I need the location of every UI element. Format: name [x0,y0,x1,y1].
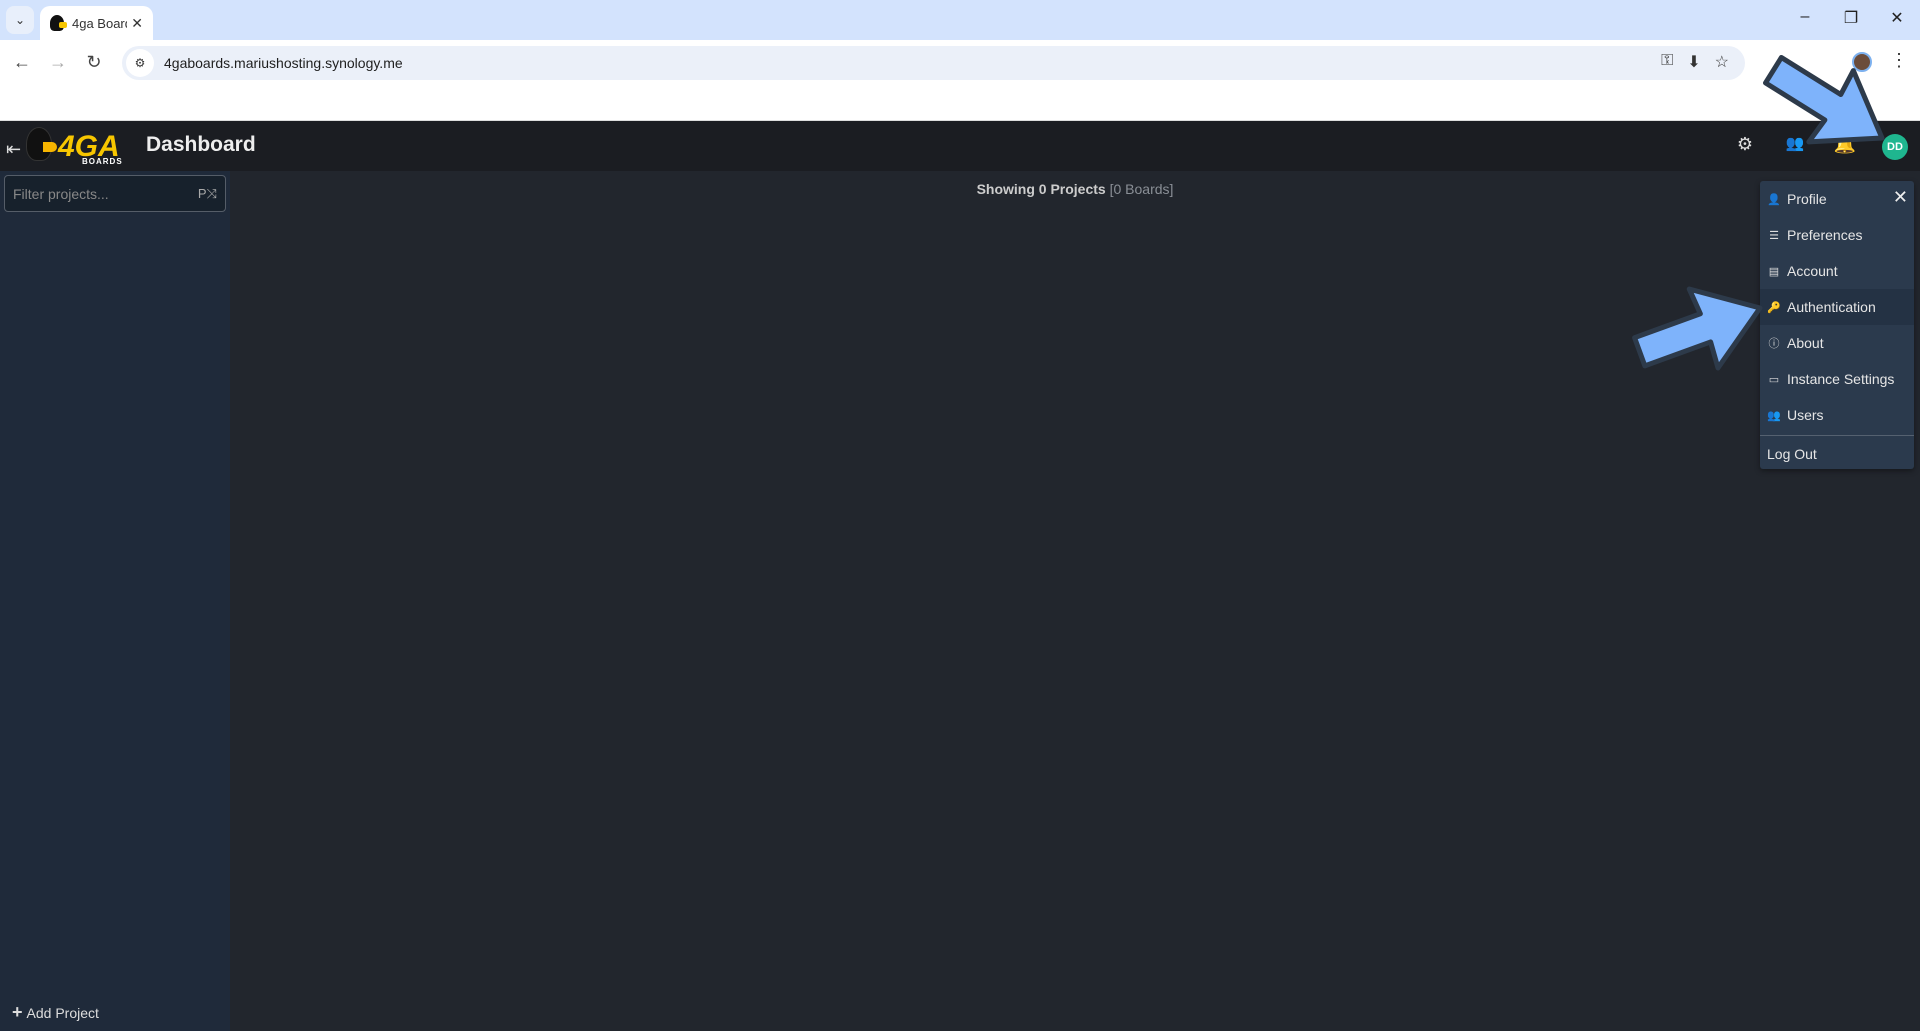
install-app-icon[interactable]: ⬇ [1687,52,1700,72]
menu-label: Instance Settings [1787,371,1895,387]
address-bar[interactable]: ⚙ 4gaboards.mariushosting.synology.me ⚿ … [122,46,1745,80]
tab-title: 4ga Boards [72,15,127,31]
reload-icon[interactable]: ↻ [82,52,106,73]
password-key-icon[interactable]: ⚿ [1661,52,1673,72]
filter-suffix: P [197,186,207,201]
avatar[interactable]: DD [1882,134,1908,160]
browser-toolbar: ← → ↻ ⚙ 4gaboards.mariushosting.synology… [0,40,1920,121]
annotation-arrow-authentication [1632,286,1763,371]
profile-icon[interactable] [1852,52,1872,72]
menu-label: Users [1787,407,1824,423]
logo-subtext: BOARDS [82,157,123,166]
menu-label: Authentication [1787,299,1876,315]
page-title: Dashboard [146,133,256,156]
bookmark-star-icon[interactable]: ☆ [1715,52,1729,72]
site-settings-icon[interactable]: ⚙ [126,49,154,77]
plus-icon: + [12,1002,23,1022]
logo-bird-icon [26,127,57,161]
browser-tab-bar: ⌄ 4ga Boards ✕ – ❐ ✕ [0,0,1920,40]
browser-tab[interactable]: 4ga Boards ✕ [40,6,153,40]
filter-placeholder: Filter projects... [13,185,109,202]
menu-label: Log Out [1767,445,1817,462]
users-icon[interactable]: 👥 [1782,134,1808,152]
id-card-icon: ▤ [1768,265,1780,278]
restore-icon[interactable]: ❐ [1836,8,1866,28]
bell-icon[interactable]: 🔔 [1832,134,1858,155]
shuffle-icon[interactable]: ⤨ [207,186,217,202]
url-text[interactable]: 4gaboards.mariushosting.synology.me [164,55,403,71]
menu-label: Preferences [1787,227,1863,243]
menu-item-profile[interactable]: 👤 Profile [1760,181,1914,217]
menu-label: Account [1787,263,1838,279]
sidebar: Filter projects... P ⤨ + Add Project [0,171,230,1031]
menu-label: Profile [1787,191,1827,207]
server-icon: ▭ [1768,373,1780,386]
tab-list-icon[interactable]: ⌄ [6,6,34,34]
forward-icon[interactable]: → [46,52,70,73]
menu-label: About [1787,335,1824,351]
sliders-icon: ☰ [1769,229,1779,242]
summary-boards: [0 Boards] [1109,181,1174,197]
menu-item-authentication[interactable]: 🔑 Authentication [1760,289,1914,325]
menu-kebab-icon[interactable]: ⋮ [1890,50,1908,71]
menu-item-logout[interactable]: Log Out [1760,435,1914,471]
projects-summary: Showing 0 Projects [0 Boards] [230,181,1920,197]
user-menu: ✕ 👤 Profile ☰ Preferences ▤ Account 🔑 Authen… [1760,181,1914,469]
filter-projects-input[interactable]: Filter projects... P ⤨ [4,175,226,212]
app-logo[interactable]: 4GA BOARDS [26,127,122,166]
menu-item-users[interactable]: 👥 Users [1760,397,1914,433]
back-icon[interactable]: ← [10,52,34,73]
gear-icon[interactable]: ⚙ [1732,134,1758,155]
menu-item-about[interactable]: ⓘ About [1760,325,1914,361]
close-icon[interactable]: ✕ [1893,187,1908,208]
minimize-icon[interactable]: – [1790,8,1820,26]
add-project-label: Add Project [26,1004,99,1021]
menu-item-preferences[interactable]: ☰ Preferences [1760,217,1914,253]
tab-close-icon[interactable]: ✕ [131,15,143,32]
collapse-sidebar-icon[interactable]: ⇤ [6,139,21,160]
app-header: ⇤ 4GA BOARDS Dashboard ⚙ 👥 🔔 DD [0,121,1920,171]
summary-count: Showing 0 Projects [976,181,1106,197]
menu-item-account[interactable]: ▤ Account [1760,253,1914,289]
user-icon: 👤 [1767,193,1781,206]
menu-item-instance-settings[interactable]: ▭ Instance Settings [1760,361,1914,397]
window-close-icon[interactable]: ✕ [1882,8,1912,28]
favicon-icon [50,15,67,31]
users-icon: 👥 [1767,409,1781,422]
add-project-button[interactable]: + Add Project [12,1002,99,1023]
key-icon: 🔑 [1767,301,1781,314]
info-icon: ⓘ [1768,338,1780,350]
